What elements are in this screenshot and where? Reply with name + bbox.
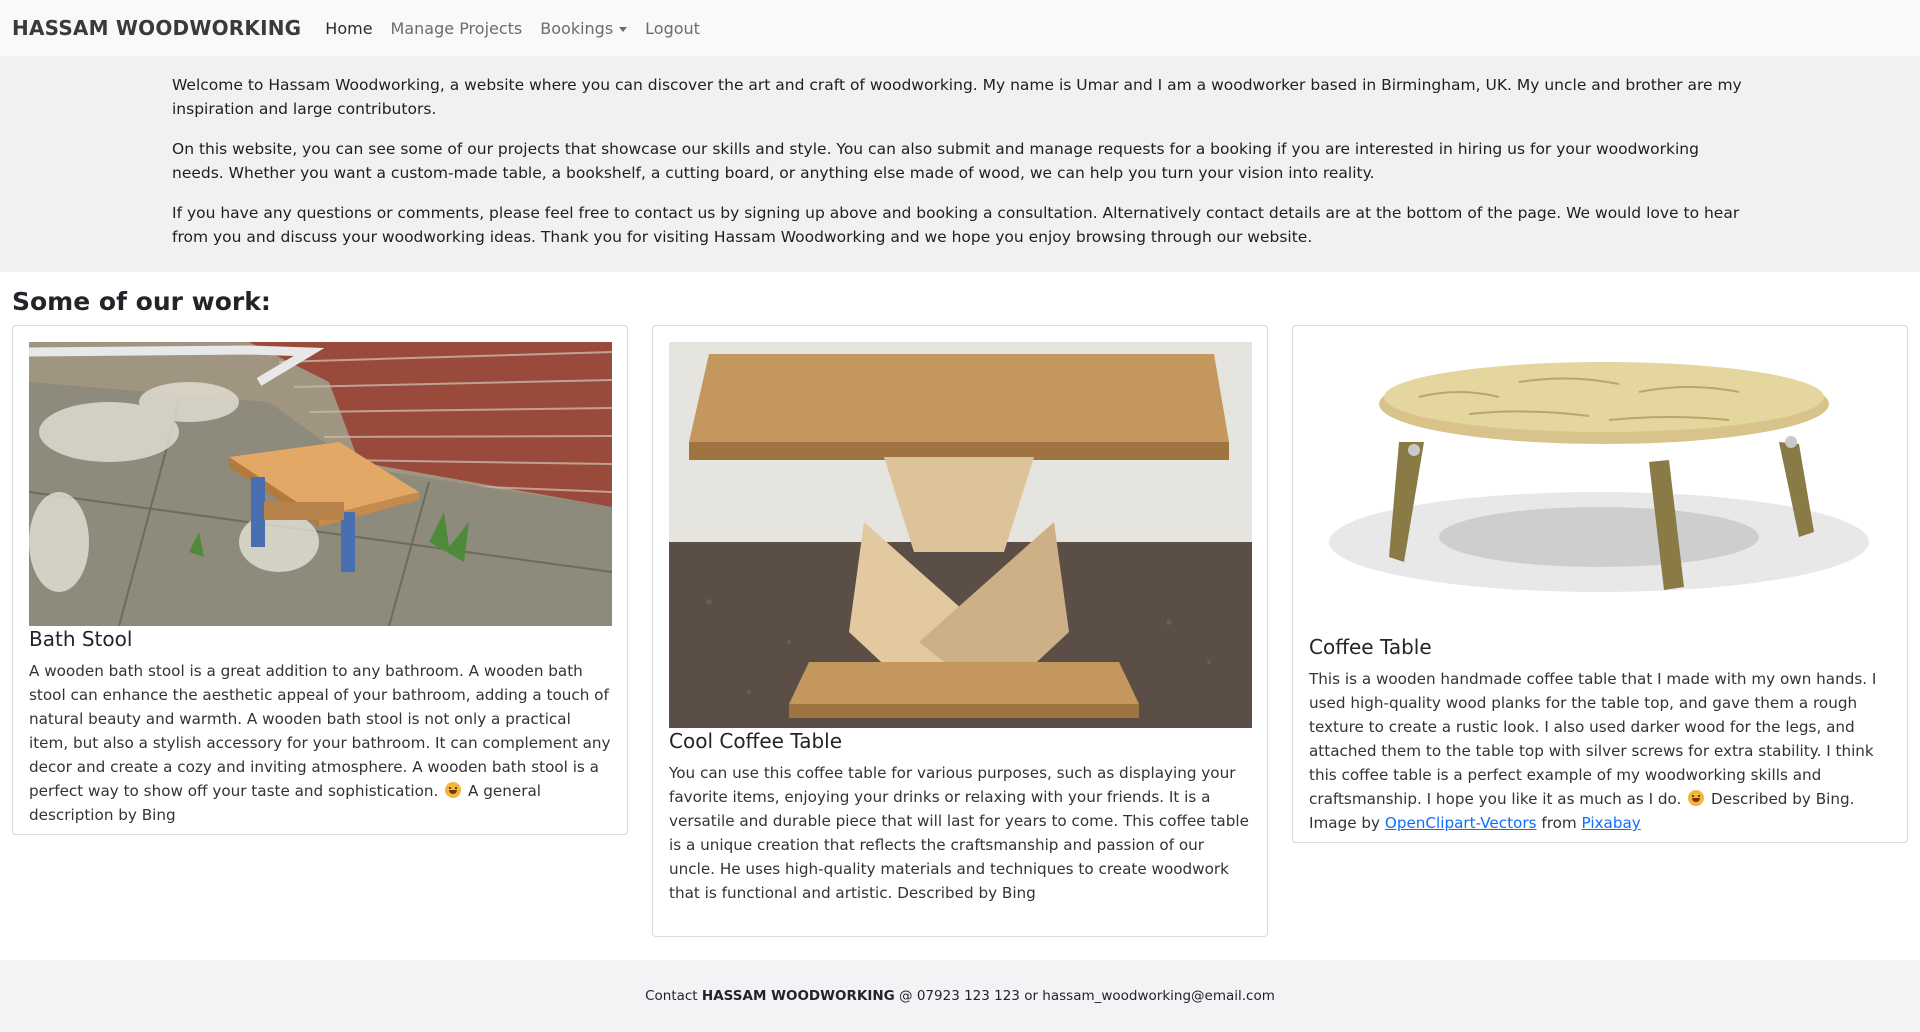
card-credit-from: from [1541,814,1577,832]
nav-manage-projects[interactable]: Manage Projects [391,19,523,38]
intro-content: Welcome to Hassam Woodworking, a website… [172,73,1752,265]
smiley-emoji-icon [445,782,462,798]
nav-home[interactable]: Home [325,19,372,38]
project-card-cool-coffee-table: Cool Coffee Table You can use this coffe… [652,325,1268,937]
project-card-bath-stool: Bath Stool A wooden bath stool is a grea… [12,325,628,835]
coffee-table-image [1309,342,1892,634]
card-description: You can use this coffee table for variou… [669,764,1249,902]
brand-logo[interactable]: HASSAM WOODWORKING [12,16,301,40]
footer-contact-details: @ 07923 123 123 or hassam_woodworking@em… [899,988,1275,1004]
nav-logout[interactable]: Logout [645,19,700,38]
footer-brand: HASSAM WOODWORKING [701,988,895,1004]
card-title: Bath Stool [29,627,133,651]
nav-bookings-label: Bookings [540,18,614,38]
navbar: HASSAM WOODWORKING Home Manage Projects … [0,0,1920,56]
card-description-text: This is a wooden handmade coffee table t… [1309,670,1877,808]
intro-section: Welcome to Hassam Woodworking, a website… [0,56,1920,272]
card-description: A wooden bath stool is a great addition … [29,659,612,827]
chevron-down-icon [619,26,628,32]
footer-contact-label: Contact [645,988,698,1004]
pixabay-link[interactable]: Pixabay [1582,814,1641,832]
openclipart-vectors-link[interactable]: OpenClipart-Vectors [1385,814,1537,832]
intro-paragraph: If you have any questions or comments, p… [172,204,1740,246]
cool-coffee-table-image [669,342,1252,728]
project-card-coffee-table: Coffee Table This is a wooden handmade c… [1292,325,1908,843]
nav-bookings-dropdown[interactable]: Bookings [540,18,628,38]
card-description-text: A wooden bath stool is a great addition … [29,662,611,800]
section-title: Some of our work: [12,287,271,316]
card-description: This is a wooden handmade coffee table t… [1309,667,1892,835]
intro-paragraph: On this website, you can see some of our… [172,140,1699,182]
card-title: Cool Coffee Table [669,729,843,753]
bath-stool-image [29,342,612,626]
smiley-emoji-icon [1688,790,1705,806]
footer-contact: Contact HASSAM WOODWORKING @ 07923 123 1… [645,988,1275,1004]
card-title: Coffee Table [1309,635,1432,659]
footer: Contact HASSAM WOODWORKING @ 07923 123 1… [0,960,1920,1032]
intro-paragraph: Welcome to Hassam Woodworking, a website… [172,76,1742,118]
